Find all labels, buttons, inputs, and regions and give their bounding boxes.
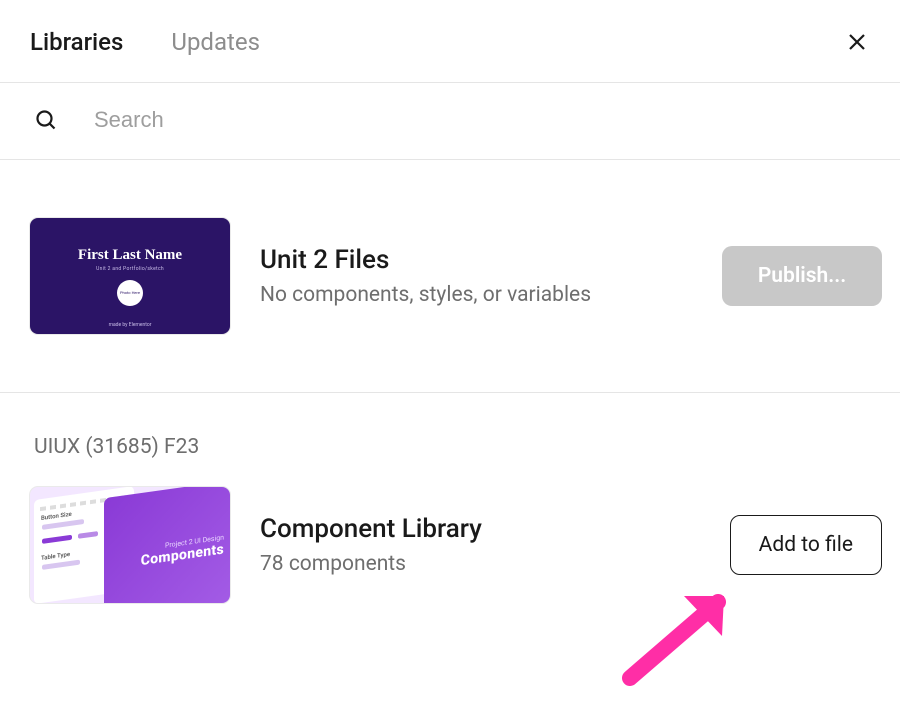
library-row: Button Size Table Type Project 2 UI Desi…	[0, 481, 900, 643]
tab-updates[interactable]: Updates	[171, 28, 260, 56]
file-subtitle: No components, styles, or variables	[260, 283, 692, 307]
thumb-title: First Last Name	[78, 247, 182, 264]
publish-button[interactable]: Publish...	[722, 246, 882, 306]
search-row	[0, 83, 900, 159]
search-icon	[34, 108, 58, 132]
thumb-avatar: Photo Here	[117, 280, 143, 306]
thumb-footer: made by Elementor	[109, 322, 152, 328]
thumb-panel: Project 2 UI Design Components	[104, 487, 230, 603]
close-icon	[845, 30, 869, 54]
file-thumbnail[interactable]: First Last Name Unit 2 and Portfolio/ske…	[30, 218, 230, 334]
library-thumbnail[interactable]: Button Size Table Type Project 2 UI Desi…	[30, 487, 230, 603]
file-title: Unit 2 Files	[260, 245, 692, 275]
search-input[interactable]	[94, 107, 870, 133]
current-file-row: First Last Name Unit 2 and Portfolio/ske…	[0, 160, 900, 392]
thumb-ui-label: Table Type	[41, 551, 70, 562]
team-section-label: UIUX (31685) F23	[0, 393, 900, 481]
close-button[interactable]	[844, 29, 870, 55]
library-subtitle: 78 components	[260, 552, 700, 576]
thumb-subtitle: Unit 2 and Portfolio/sketch	[96, 266, 164, 272]
tab-libraries[interactable]: Libraries	[30, 28, 123, 56]
library-title: Component Library	[260, 514, 700, 544]
add-to-file-button[interactable]: Add to file	[730, 515, 882, 575]
